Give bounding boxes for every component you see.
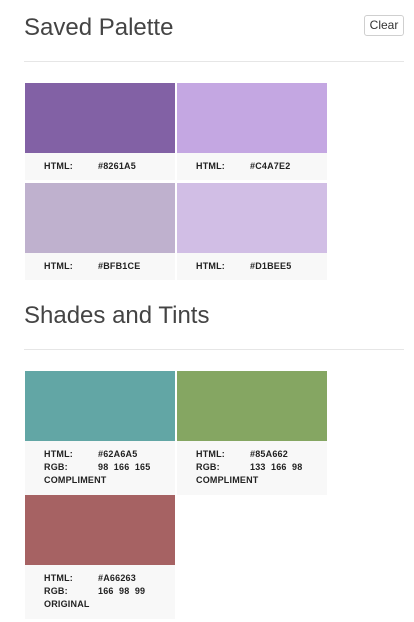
color-swatch[interactable] — [25, 495, 175, 565]
color-tag: ORIGINAL — [44, 599, 90, 609]
color-info: HTML: #8261A5 — [25, 153, 175, 180]
color-swatch[interactable] — [25, 371, 175, 441]
color-info: HTML: #A66263 RGB: 166 98 99 ORIGINAL — [25, 565, 175, 619]
html-label: HTML: — [44, 161, 73, 171]
rgb-label: RGB: — [196, 462, 220, 472]
color-tag: COMPLIMENT — [44, 475, 107, 485]
hex-value: #D1BEE5 — [250, 261, 292, 271]
divider — [24, 61, 404, 62]
palette-page: Saved Palette Clear HTML: #8261A5 HTML: #C… — [0, 0, 414, 622]
color-swatch[interactable] — [177, 371, 327, 441]
hex-value: #8261A5 — [98, 161, 136, 171]
html-label: HTML: — [44, 573, 73, 583]
rgb-value: 133 166 98 — [250, 462, 303, 472]
html-label: HTML: — [196, 161, 225, 171]
hex-value: #85A662 — [250, 449, 288, 459]
rgb-value: 166 98 99 — [98, 586, 146, 596]
color-swatch[interactable] — [177, 83, 327, 153]
color-info: HTML: #D1BEE5 — [177, 253, 327, 280]
saved-color-card[interactable]: HTML: #BFB1CE — [25, 183, 175, 280]
hex-value: #BFB1CE — [98, 261, 141, 271]
rgb-value: 98 166 165 — [98, 462, 151, 472]
html-label: HTML: — [196, 449, 225, 459]
hex-value: #A66263 — [98, 573, 136, 583]
divider — [24, 349, 404, 350]
color-info: HTML: #85A662 RGB: 133 166 98 COMPLIMENT — [177, 441, 327, 495]
html-label: HTML: — [196, 261, 225, 271]
shade-color-card[interactable]: HTML: #62A6A5 RGB: 98 166 165 COMPLIMENT — [25, 371, 175, 495]
shade-color-card[interactable]: HTML: #85A662 RGB: 133 166 98 COMPLIMENT — [177, 371, 327, 495]
rgb-label: RGB: — [44, 462, 68, 472]
shade-color-card[interactable]: HTML: #A66263 RGB: 166 98 99 ORIGINAL — [25, 495, 175, 619]
rgb-label: RGB: — [44, 586, 68, 596]
html-label: HTML: — [44, 261, 73, 271]
shades-tints-title: Shades and Tints — [24, 302, 210, 329]
clear-button[interactable]: Clear — [364, 15, 404, 36]
saved-color-card[interactable]: HTML: #C4A7E2 — [177, 83, 327, 180]
saved-palette-title: Saved Palette — [24, 14, 174, 41]
color-info: HTML: #C4A7E2 — [177, 153, 327, 180]
color-info: HTML: #62A6A5 RGB: 98 166 165 COMPLIMENT — [25, 441, 175, 495]
hex-value: #62A6A5 — [98, 449, 138, 459]
color-info: HTML: #BFB1CE — [25, 253, 175, 280]
color-swatch[interactable] — [25, 83, 175, 153]
color-swatch[interactable] — [25, 183, 175, 253]
saved-color-card[interactable]: HTML: #D1BEE5 — [177, 183, 327, 280]
html-label: HTML: — [44, 449, 73, 459]
saved-color-card[interactable]: HTML: #8261A5 — [25, 83, 175, 180]
color-tag: COMPLIMENT — [196, 475, 259, 485]
color-swatch[interactable] — [177, 183, 327, 253]
hex-value: #C4A7E2 — [250, 161, 291, 171]
